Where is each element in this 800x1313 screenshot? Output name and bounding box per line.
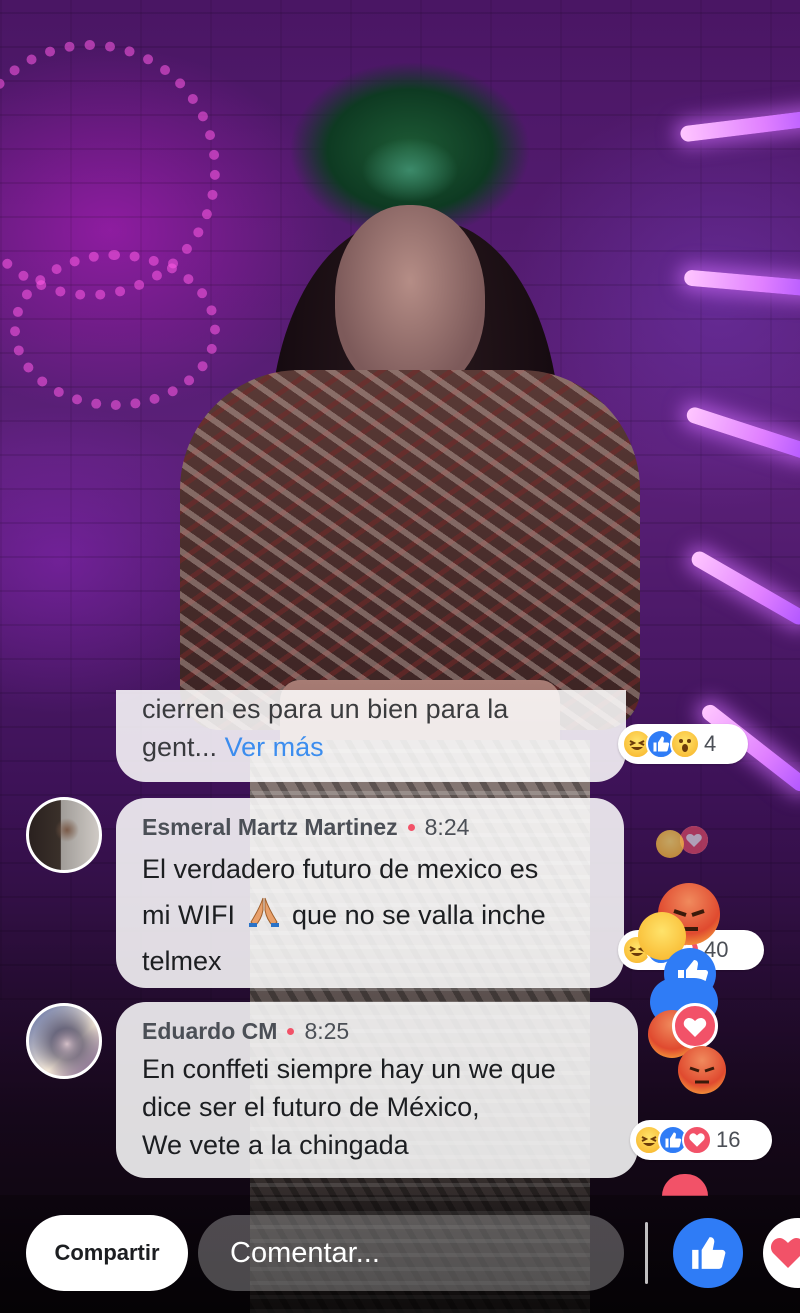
performer-face [335,205,485,395]
comment-line: cierren es para un bien para la [142,694,509,724]
comment-line: dice ser el futuro de México, [142,1092,480,1122]
comment-line: El verdadero futuro de mexico es [142,854,539,884]
comment-text: En conffeti siempre hay un we que dice s… [142,1050,612,1164]
comment-header: Eduardo CM 8:25 [142,1016,612,1046]
love-icon [770,1238,800,1268]
comment-input[interactable]: Comentar... [198,1215,624,1291]
comment-bubble[interactable]: Eduardo CM 8:25 En conffeti siempre hay … [116,1002,638,1178]
like-icon [692,1237,726,1269]
comment-author[interactable]: Eduardo CM [142,1016,277,1046]
avatar[interactable] [26,1003,102,1079]
floating-haha-icon [656,830,684,858]
see-more-link[interactable]: Ver más [225,732,324,762]
performer-top [180,370,640,730]
comment-line: En conffeti siempre hay un we que [142,1054,556,1084]
comment-reactions[interactable]: 16 [630,1120,772,1160]
comment-text: El verdadero futuro de mexico es mi WIFI… [142,846,598,984]
divider [645,1222,648,1284]
avatar[interactable] [26,797,102,873]
comment-bubble[interactable]: Esmeral Martz Martinez 8:24 El verdadero… [116,798,624,988]
comment-header: Esmeral Martz Martinez 8:24 [142,812,598,842]
comment-line: gent... [142,732,218,762]
floating-love-icon [680,826,708,854]
comment-text: cierren es para un bien para la gent... … [142,690,600,766]
comment-line: mi WIFI [142,900,235,930]
comment-author[interactable]: Esmeral Martz Martinez [142,812,398,842]
comment-time: 8:24 [424,814,470,840]
comment-line: telmex [142,946,222,976]
floating-love-icon [672,1003,718,1049]
comment-reactions[interactable]: 4 [618,724,748,764]
comment-time: 8:25 [304,1018,350,1044]
comment-line: que no se valla inche [292,900,546,930]
reaction-count: 16 [716,1127,741,1152]
reaction-count: 4 [704,731,717,756]
like-button[interactable] [673,1218,743,1288]
share-button[interactable]: Compartir [26,1215,188,1291]
comment-bubble[interactable]: cierren es para un bien para la gent... … [116,690,626,782]
comment-line: We vete a la chingada [142,1130,409,1160]
live-dot-icon [407,823,415,831]
wow-icon [670,729,700,759]
live-dot-icon [287,1027,295,1035]
love-icon [682,1125,712,1155]
floating-angry-icon [678,1046,726,1094]
prayer-hands-icon [247,896,281,928]
